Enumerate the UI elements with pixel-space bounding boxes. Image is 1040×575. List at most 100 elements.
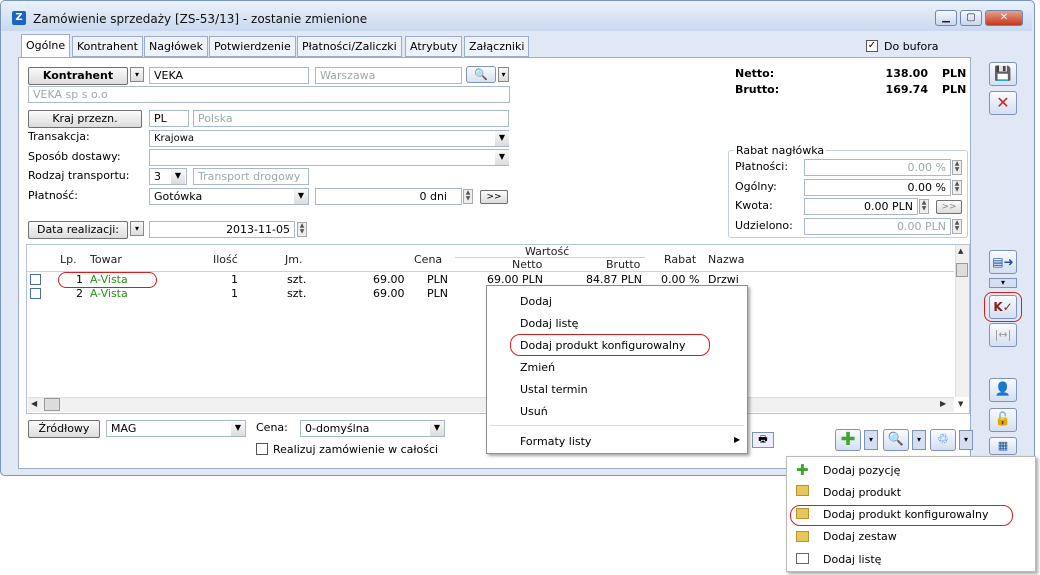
recycle-icon[interactable]: ♲ — [930, 429, 956, 451]
kontrahent-menu-icon[interactable]: ▾ — [130, 67, 144, 82]
platnosc-days-field[interactable]: 0 dni — [315, 188, 462, 205]
data-realizacji-button[interactable]: Data realizacji: — [28, 221, 128, 239]
tab-kontrahent[interactable]: Kontrahent — [72, 36, 143, 57]
kraj-code-field[interactable]: PL — [149, 110, 189, 127]
col-jm[interactable]: Jm. — [285, 253, 302, 266]
calculator-icon[interactable]: ▦ — [989, 437, 1017, 455]
tab-potwierdzenie[interactable]: Potwierdzenie — [209, 36, 296, 57]
lock-icon[interactable]: 🔓 — [989, 408, 1017, 432]
tab-ogolne[interactable]: Ogólne — [21, 34, 71, 58]
kraj-name-field[interactable]: Polska — [193, 110, 509, 127]
user-icon[interactable]: 👤 — [989, 378, 1017, 402]
tab-platnosci[interactable]: Płatności/Zaliczki — [297, 36, 402, 57]
menu-item-dodaj[interactable]: Dodaj — [520, 295, 552, 308]
rabat-ogolny-label: Ogólny: — [735, 180, 777, 193]
tab-naglowek[interactable]: Nagłówek — [144, 36, 208, 57]
platnosc-select[interactable]: Gotówka — [149, 188, 309, 205]
grid-vscroll-thumb[interactable] — [956, 263, 968, 277]
rabat-kwota-label: Kwota: — [735, 199, 773, 212]
menu-item-dodaj-liste[interactable]: Dodaj listę — [520, 317, 578, 330]
tab-zalaczniki[interactable]: Załączniki — [464, 36, 530, 57]
minimize-icon[interactable]: ▁ — [935, 10, 957, 26]
col-nazwa[interactable]: Nazwa — [708, 253, 744, 266]
row-checkbox[interactable] — [30, 288, 41, 299]
print-icon[interactable]: 🖶 — [752, 432, 774, 448]
rabat-kwota-field[interactable]: 0.00 PLN — [804, 198, 918, 215]
menu-item-dodaj-produkt[interactable]: Dodaj produkt — [823, 486, 901, 499]
menu-item-dodaj-pozycje[interactable]: Dodaj pozycję — [823, 464, 900, 477]
realizuj-label: Realizuj zamówienie w całości — [273, 443, 439, 456]
save-icon[interactable]: 💾 — [989, 62, 1017, 86]
close-window-icon[interactable]: ✕ — [985, 10, 1023, 26]
highlight-oval — [790, 505, 1013, 526]
menu-item-formaty-listy[interactable]: Formaty listy — [520, 435, 591, 448]
col-cena[interactable]: Cena — [414, 253, 442, 266]
set-icon — [796, 531, 809, 542]
scroll-left-icon[interactable]: ◀ — [31, 399, 37, 408]
menu-item-dodaj-liste[interactable]: Dodaj listę — [823, 553, 881, 566]
row-towar[interactable]: A-Vista — [90, 287, 128, 300]
row-checkbox[interactable] — [30, 274, 41, 285]
data-realizacji-field[interactable]: 2013-11-05 — [149, 221, 295, 238]
app-icon: Z — [12, 11, 26, 25]
data-realizacji-menu-icon[interactable]: ▾ — [130, 221, 144, 236]
zrodlowy-button[interactable]: Źródłowy — [28, 420, 100, 438]
spinner-icon[interactable]: ▲ ▼ — [919, 199, 929, 214]
menu-item-ustal-termin[interactable]: Ustal termin — [520, 383, 588, 396]
days-spinner-icon[interactable]: ▲ ▼ — [463, 189, 473, 204]
menu-item-dodaj-zestaw[interactable]: Dodaj zestaw — [823, 530, 897, 543]
cena-select[interactable]: 0-domyślna — [300, 420, 445, 437]
list-icon — [796, 553, 809, 564]
scroll-right-icon[interactable]: ▶ — [940, 399, 946, 408]
realizuj-checkbox[interactable] — [256, 443, 268, 455]
col-ilosc[interactable]: Ilość — [213, 253, 238, 266]
rabat-platnosci-field: 0.00 % — [804, 159, 951, 176]
chevron-down-icon: ▼ — [231, 421, 245, 436]
platnosc-more-button[interactable]: >> — [480, 190, 508, 204]
row-cena: 69.00 — [373, 287, 405, 300]
scroll-up-icon[interactable]: ▲ — [958, 247, 963, 255]
export-icon[interactable]: ▤➜ — [989, 250, 1017, 274]
cancel-icon[interactable]: ✕ — [989, 91, 1017, 115]
kontrahent-button[interactable]: Kontrahent — [28, 67, 128, 85]
kontrahent-name-field[interactable]: VEKA sp s o.o — [28, 86, 510, 103]
spinner-icon: ▲ ▼ — [952, 219, 962, 234]
transakcja-label: Transakcja: — [28, 130, 90, 143]
col-rabat[interactable]: Rabat — [664, 253, 696, 266]
kontrahent-city-field[interactable]: Warszawa — [315, 67, 462, 84]
transakcja-select[interactable]: Krajowa — [149, 130, 509, 147]
col-towar[interactable]: Towar — [90, 253, 122, 266]
magazyn-select[interactable]: MAG — [106, 420, 246, 437]
export-dropdown-icon[interactable]: ▾ — [989, 278, 1017, 288]
chevron-down-icon: ▼ — [171, 169, 185, 184]
preview-dropdown-icon[interactable]: ▾ — [912, 430, 926, 450]
add-dropdown-icon[interactable]: ▾ — [864, 430, 878, 450]
rabat-ogolny-field[interactable]: 0.00 % — [804, 179, 951, 196]
spinner-icon[interactable]: ▲ ▼ — [952, 180, 962, 195]
do-bufora-checkbox[interactable]: ✓ — [866, 40, 878, 52]
menu-item-usun[interactable]: Usuń — [520, 405, 548, 418]
kontrahent-code-field[interactable]: VEKA — [149, 67, 309, 84]
scroll-down-icon[interactable]: ▼ — [958, 400, 963, 408]
preview-icon[interactable]: 🔍 — [883, 429, 909, 451]
menu-item-zmien[interactable]: Zmień — [520, 361, 555, 374]
col-brutto[interactable]: Brutto — [606, 258, 640, 271]
add-plus-icon[interactable]: ✚ — [835, 429, 861, 451]
sposob-dostawy-select[interactable] — [149, 149, 509, 166]
kraj-button[interactable]: Kraj przezn. — [28, 110, 142, 128]
netto-currency: PLN — [942, 67, 967, 80]
recycle-dropdown-icon[interactable]: ▾ — [959, 430, 973, 450]
width-icon[interactable]: |↔| — [989, 323, 1017, 347]
date-spinner-icon[interactable]: ▲ ▼ — [297, 222, 307, 237]
grid-hscroll-thumb[interactable] — [44, 398, 60, 411]
search-menu-icon[interactable]: ▾ — [498, 67, 509, 82]
rabat-kwota-more-button[interactable]: >> — [936, 200, 962, 214]
col-netto[interactable]: Netto — [512, 258, 542, 271]
maximize-icon[interactable]: ▢ — [960, 10, 982, 26]
rodzaj-transportu-label: Rodzaj transportu: — [28, 169, 130, 182]
search-icon[interactable]: 🔍 — [466, 66, 496, 83]
tab-atrybuty[interactable]: Atrybuty — [405, 36, 463, 57]
col-lp[interactable]: Lp. — [60, 253, 77, 266]
product-icon — [796, 485, 809, 496]
chevron-down-icon: ▼ — [495, 131, 509, 146]
